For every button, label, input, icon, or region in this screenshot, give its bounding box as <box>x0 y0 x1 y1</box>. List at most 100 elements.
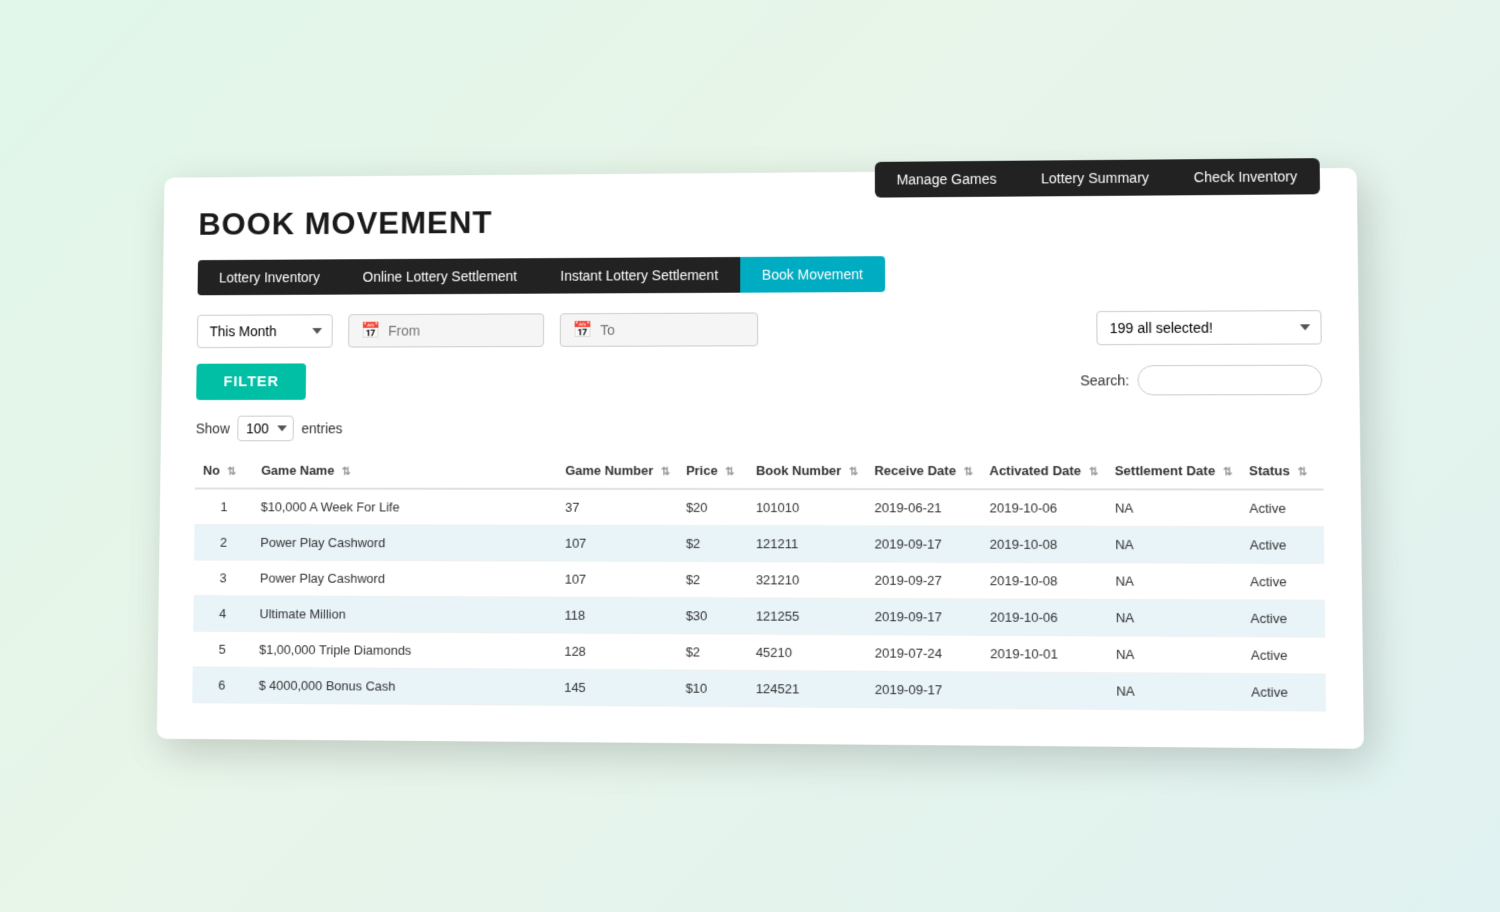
cell-status: Active <box>1242 599 1325 636</box>
col-header-status[interactable]: Status ⇅ <box>1241 452 1324 489</box>
search-input[interactable] <box>1137 364 1322 395</box>
table-body: 1 $10,000 A Week For Life 37 $20 101010 … <box>192 488 1326 710</box>
col-header-game-number[interactable]: Game Number ⇅ <box>557 453 678 489</box>
cell-game-name: Power Play Cashword <box>252 524 557 561</box>
game-selector-dropdown[interactable]: 199 all selected! <box>1096 310 1321 345</box>
cell-settlement-date: NA <box>1108 672 1243 710</box>
cell-game-number: 107 <box>557 525 678 561</box>
cell-status: Active <box>1241 526 1324 563</box>
col-header-receive-date[interactable]: Receive Date ⇅ <box>866 452 981 488</box>
cell-game-number: 37 <box>557 488 678 525</box>
tab-bar: Lottery Inventory Online Lottery Settlem… <box>198 253 1322 295</box>
cell-book-number: 121211 <box>748 525 867 561</box>
cell-no: 4 <box>193 595 252 631</box>
col-header-game-name[interactable]: Game Name ⇅ <box>253 453 557 489</box>
cell-activated-date <box>982 671 1108 709</box>
page-title: BOOK MOVEMENT <box>198 198 1320 242</box>
cell-receive-date: 2019-09-17 <box>867 598 982 635</box>
to-date-input[interactable] <box>600 321 739 337</box>
cell-settlement-date: NA <box>1107 562 1242 599</box>
cell-no: 2 <box>194 524 253 560</box>
cell-price: $20 <box>678 488 748 525</box>
calendar-icon-from: 📅 <box>361 320 381 340</box>
col-header-no[interactable]: No ⇅ <box>195 453 254 488</box>
from-date-input[interactable] <box>388 322 525 338</box>
top-nav: Manage Games Lottery Summary Check Inven… <box>874 158 1320 197</box>
cell-receive-date: 2019-09-17 <box>866 525 981 562</box>
data-table: No ⇅ Game Name ⇅ Game Number ⇅ Price ⇅ B… <box>192 452 1326 711</box>
cell-no: 1 <box>195 488 254 524</box>
table-row: 3 Power Play Cashword 107 $2 321210 2019… <box>194 560 1325 600</box>
cell-price: $2 <box>678 525 748 561</box>
cell-game-name: $10,000 A Week For Life <box>253 488 557 525</box>
sort-icon-game-name: ⇅ <box>342 465 351 477</box>
col-header-book-number[interactable]: Book Number ⇅ <box>748 452 866 488</box>
tab-lottery-inventory[interactable]: Lottery Inventory <box>198 259 342 295</box>
cell-status: Active <box>1241 489 1324 526</box>
filter-button[interactable]: FILTER <box>196 363 306 400</box>
sort-icon-settlement-date: ⇅ <box>1223 466 1233 478</box>
filter-row: This Month Last Month Custom Range 📅 📅 1… <box>197 310 1322 348</box>
col-header-price[interactable]: Price ⇅ <box>678 453 748 489</box>
manage-games-button[interactable]: Manage Games <box>874 160 1018 197</box>
cell-receive-date: 2019-06-21 <box>866 489 981 526</box>
col-header-settlement-date[interactable]: Settlement Date ⇅ <box>1106 452 1241 489</box>
show-label: Show <box>196 420 230 436</box>
from-date-field: 📅 <box>348 313 544 347</box>
table-row: 1 $10,000 A Week For Life 37 $20 101010 … <box>195 488 1324 526</box>
entries-row: Show 100 25 50 entries <box>196 414 1323 441</box>
tab-book-movement[interactable]: Book Movement <box>740 256 885 293</box>
entries-select[interactable]: 100 25 50 <box>237 415 294 441</box>
table-row: 4 Ultimate Million 118 $30 121255 2019-0… <box>193 595 1325 637</box>
cell-settlement-date: NA <box>1107 526 1242 563</box>
cell-game-name: $1,00,000 Triple Diamonds <box>251 631 556 669</box>
cell-game-number: 107 <box>557 561 678 597</box>
cell-status: Active <box>1242 636 1325 673</box>
entries-label: entries <box>301 420 342 436</box>
cell-price: $2 <box>678 633 748 670</box>
search-label: Search: <box>1080 371 1129 387</box>
cell-book-number: 321210 <box>748 561 867 598</box>
cell-settlement-date: NA <box>1108 635 1243 673</box>
table-row: 6 $ 4000,000 Bonus Cash 145 $10 124521 2… <box>192 666 1326 710</box>
sort-icon-no: ⇅ <box>227 465 236 477</box>
cell-game-number: 118 <box>556 597 677 634</box>
date-range-dropdown[interactable]: This Month Last Month Custom Range <box>197 314 333 348</box>
sort-icon-book-number: ⇅ <box>849 466 858 478</box>
cell-game-name: Power Play Cashword <box>252 560 557 597</box>
cell-activated-date: 2019-10-06 <box>981 489 1107 526</box>
cell-book-number: 121255 <box>748 597 867 634</box>
tab-instant-lottery-settlement[interactable]: Instant Lottery Settlement <box>539 256 740 293</box>
table-header-row: No ⇅ Game Name ⇅ Game Number ⇅ Price ⇅ B… <box>195 452 1323 489</box>
sort-icon-receive-date: ⇅ <box>964 466 973 478</box>
cell-book-number: 45210 <box>748 634 867 671</box>
cell-book-number: 101010 <box>748 489 867 526</box>
cell-settlement-date: NA <box>1107 599 1242 636</box>
cell-no: 6 <box>192 666 251 702</box>
cell-receive-date: 2019-07-24 <box>867 634 982 671</box>
cell-status: Active <box>1242 563 1325 600</box>
sort-icon-activated-date: ⇅ <box>1089 466 1098 478</box>
table-row: 2 Power Play Cashword 107 $2 121211 2019… <box>194 524 1324 563</box>
cell-activated-date: 2019-10-01 <box>982 635 1108 672</box>
cell-no: 3 <box>194 560 253 596</box>
cell-no: 5 <box>193 631 252 667</box>
cell-game-number: 145 <box>556 669 677 706</box>
calendar-icon-to: 📅 <box>573 320 593 340</box>
cell-activated-date: 2019-10-08 <box>981 526 1107 563</box>
search-box: Search: <box>1080 364 1322 395</box>
lottery-summary-button[interactable]: Lottery Summary <box>1019 159 1172 196</box>
main-card: Manage Games Lottery Summary Check Inven… <box>157 167 1364 748</box>
sort-icon-price: ⇅ <box>725 465 734 477</box>
tab-online-lottery-settlement[interactable]: Online Lottery Settlement <box>341 258 539 294</box>
cell-price: $10 <box>677 669 747 706</box>
cell-receive-date: 2019-09-27 <box>866 562 981 599</box>
cell-receive-date: 2019-09-17 <box>867 671 983 708</box>
cell-price: $30 <box>678 597 748 634</box>
cell-book-number: 124521 <box>748 670 867 707</box>
cell-game-number: 128 <box>556 633 677 670</box>
search-filter-row: FILTER Search: <box>196 360 1322 399</box>
cell-game-name: $ 4000,000 Bonus Cash <box>251 667 557 705</box>
check-inventory-button[interactable]: Check Inventory <box>1171 158 1320 195</box>
col-header-activated-date[interactable]: Activated Date ⇅ <box>981 452 1106 488</box>
